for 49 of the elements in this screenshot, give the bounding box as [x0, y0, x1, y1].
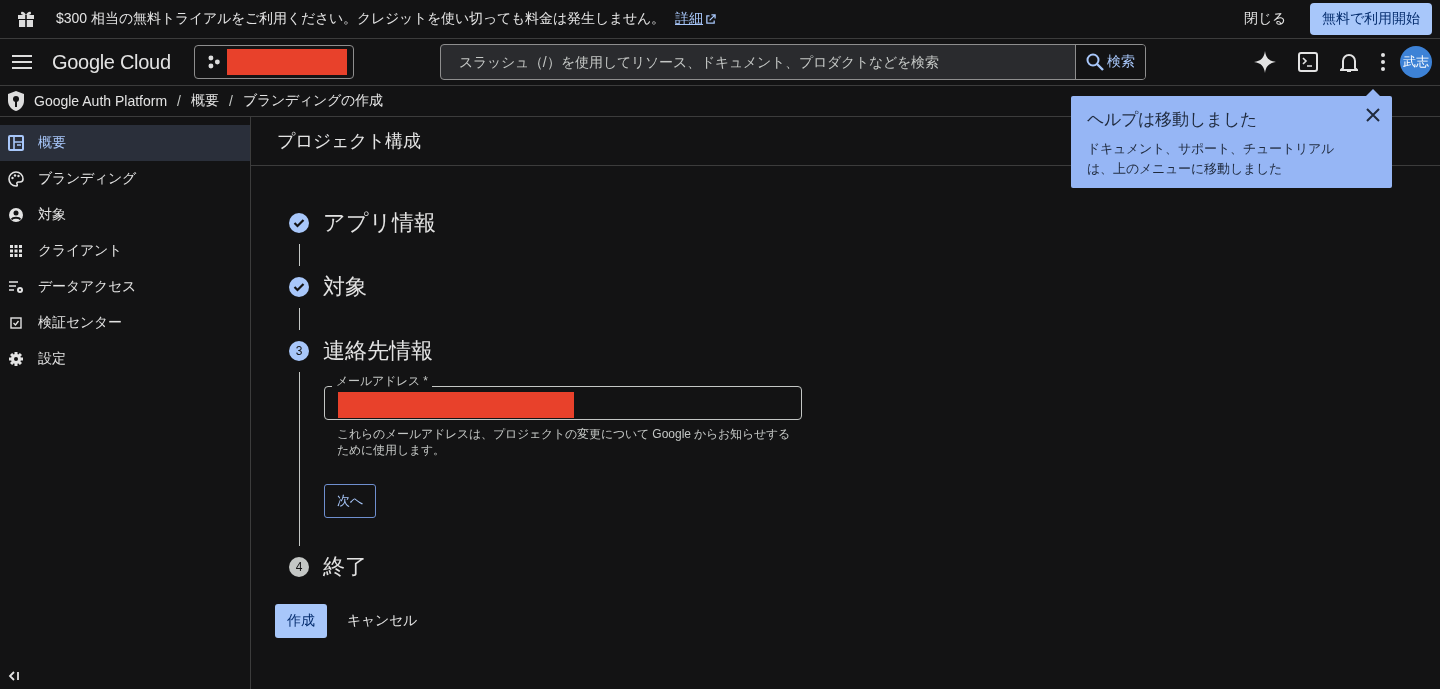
cancel-button[interactable]: キャンセル	[347, 604, 417, 638]
step-title: 連絡先情報	[323, 337, 433, 365]
dashboard-icon	[8, 135, 24, 151]
close-button[interactable]: 閉じる	[1234, 4, 1296, 34]
breadcrumb-link[interactable]: Google Auth Platform	[34, 93, 168, 109]
sidebar-item[interactable]: 設定	[0, 341, 250, 377]
breadcrumb-link[interactable]: ブランディングの作成	[242, 92, 383, 110]
sidebar-item[interactable]: データアクセス	[0, 269, 250, 305]
sidebar-item[interactable]: 対象	[0, 197, 250, 233]
google-cloud-logo[interactable]: Google Cloud	[52, 50, 171, 74]
external-link-icon	[705, 13, 717, 25]
avatar[interactable]: 武志	[1400, 46, 1432, 78]
grid-icon	[8, 243, 24, 259]
step-title: 対象	[323, 273, 367, 301]
more-icon[interactable]	[1380, 53, 1386, 71]
checkbox-icon	[8, 315, 24, 331]
breadcrumb-separator: /	[228, 93, 233, 109]
search-icon	[1085, 53, 1104, 71]
sidebar-item[interactable]: 概要	[0, 125, 250, 161]
sidebar-item[interactable]: 検証センター	[0, 305, 250, 341]
menu-icon[interactable]	[12, 55, 32, 69]
palette-icon	[8, 171, 24, 187]
sidebar-item[interactable]: ブランディング	[0, 161, 250, 197]
breadcrumb-separator: /	[177, 93, 181, 109]
person-icon	[8, 207, 24, 223]
project-picker[interactable]	[193, 45, 354, 79]
collapse-icon[interactable]	[8, 671, 20, 681]
sidebar-item[interactable]: クライアント	[0, 233, 250, 269]
create-button[interactable]: 作成	[275, 604, 327, 638]
helper-text: これらのメールアドレスは、プロジェクトの変更について Google からお知らせするために使用します。	[337, 426, 792, 458]
check-circle-icon	[289, 277, 309, 297]
breadcrumb-link[interactable]: 概要	[190, 92, 219, 110]
search-button[interactable]: 検索	[1074, 45, 1145, 79]
step-title: 終了	[323, 553, 367, 581]
details-link[interactable]: 詳細	[675, 10, 717, 28]
gift-icon	[16, 9, 36, 29]
next-button[interactable]: 次へ	[324, 484, 376, 518]
search-field[interactable]: スラッシュ（/）を使用してリソース、ドキュメント、プロダクトなどを検索 検索	[439, 44, 1146, 80]
bell-icon[interactable]	[1340, 51, 1358, 73]
free-trial-button[interactable]: 無料で利用開始	[1310, 3, 1432, 35]
step-title: アプリ情報	[323, 209, 436, 237]
list-gear-icon	[8, 279, 24, 295]
settings-icon	[8, 351, 24, 367]
banner-message: $300 相当の無料トライアルをご利用ください。クレジットを使い切っても料金は発生しません。	[56, 10, 666, 28]
step-number: 3	[289, 341, 309, 361]
sparkle-icon[interactable]	[1254, 51, 1276, 73]
check-circle-icon	[289, 213, 309, 233]
terminal-icon[interactable]	[1298, 52, 1318, 72]
step-number: 4	[289, 557, 309, 577]
